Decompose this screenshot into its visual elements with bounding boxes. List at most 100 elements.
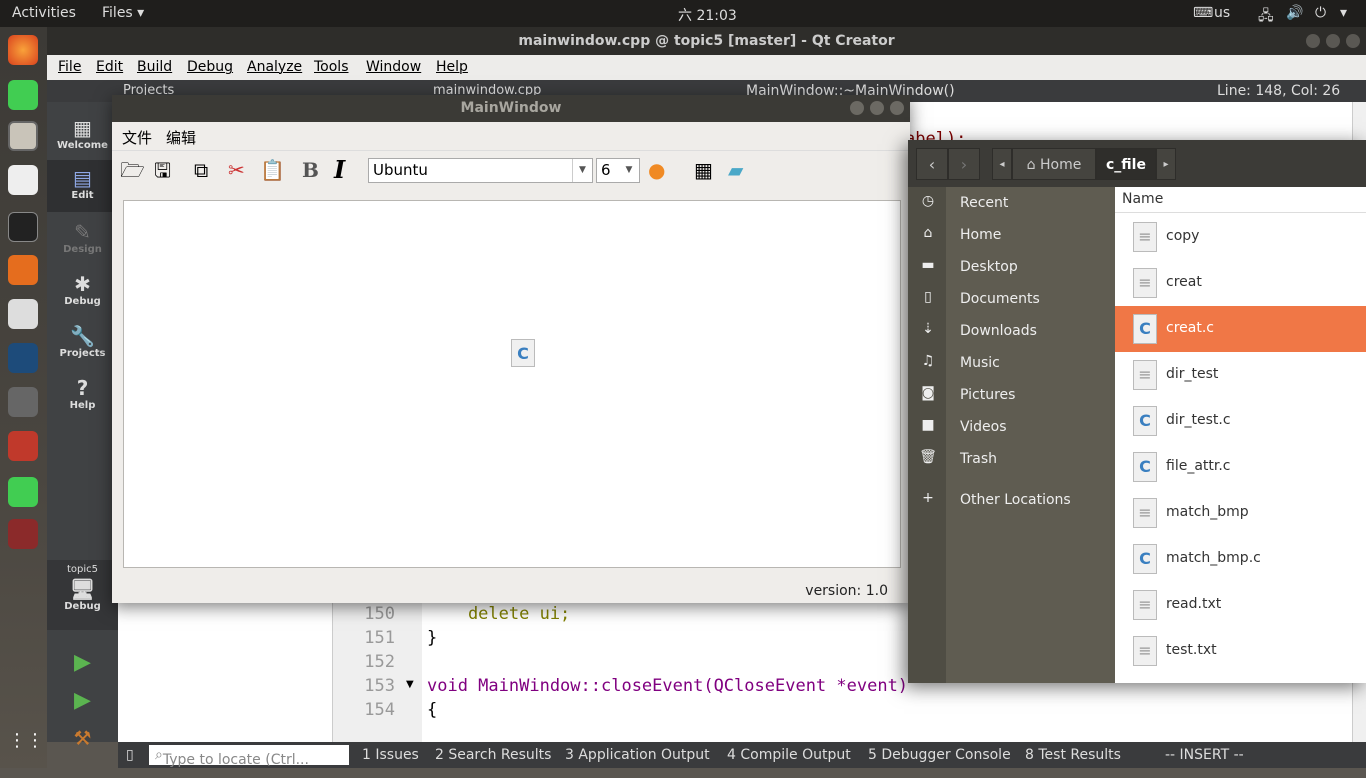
file-item[interactable]: Ccreat.c [1115,306,1366,352]
toggle-sidebar-icon[interactable]: ▯ [126,747,134,763]
sidebar-item-videos[interactable]: ■ Videos [908,411,1115,443]
sidebar-item-trash[interactable]: 🗑 Trash [908,443,1115,475]
font-size-combo[interactable]: 6 ▼ [596,158,640,183]
tab-search-results[interactable]: 2 Search Results [435,747,551,763]
calculator-icon[interactable] [8,255,38,285]
bold-icon[interactable]: B [302,159,319,181]
menu-file[interactable]: 文件 [122,127,152,148]
image-icon[interactable]: ▰ [728,159,743,181]
table-icon[interactable]: ▦ [694,159,713,181]
video-icon: ■ [921,417,935,433]
mode-edit[interactable]: ▤ Edit [47,160,118,212]
path-scroll-left[interactable]: ◂ [992,148,1012,180]
color-palette-icon[interactable]: ● [648,159,665,181]
minimize-button[interactable] [1306,34,1320,48]
text-edit-area[interactable]: C [123,200,901,568]
mode-design[interactable]: ✎ Design [47,214,118,266]
maximize-button[interactable] [1326,34,1340,48]
back-button[interactable]: ‹ [916,148,948,180]
mode-debug[interactable]: ✱ Debug [47,266,118,318]
cut-icon[interactable]: ✂ [228,159,245,181]
sidebar-item-recent[interactable]: ◷ Recent [908,187,1115,219]
menu-build[interactable]: Build [137,59,172,75]
build-hammer-icon[interactable]: ⚒ [47,726,118,778]
file-item[interactable]: ≡ copy [1115,214,1366,260]
mode-welcome[interactable]: ▦ Welcome [47,110,118,162]
sidebar-item-other-locations[interactable]: + Other Locations [908,484,1115,516]
minimize-button[interactable] [850,101,864,115]
close-button[interactable] [1346,34,1360,48]
menu-help[interactable]: Help [436,59,468,75]
forward-button[interactable]: › [948,148,980,180]
maximize-button[interactable] [870,101,884,115]
terminal-icon[interactable] [8,212,38,242]
locator-input[interactable]: ⌕ Type to locate (Ctrl... [149,745,349,768]
tab-application-output[interactable]: 3 Application Output [565,747,710,763]
close-button[interactable] [890,101,904,115]
app-icon[interactable] [8,343,38,373]
network-icon[interactable]: 🖧 [1258,5,1274,29]
file-item[interactable]: Cfile_attr.c [1115,444,1366,490]
app-icon[interactable] [8,431,38,461]
copy-icon[interactable]: ⧉ [194,159,208,181]
menu-analyze[interactable]: Analyze [247,59,302,75]
menu-file[interactable]: File [58,59,81,75]
activities-button[interactable]: Activities [12,5,76,21]
kit-selector[interactable]: topic5 🖥 Debug [47,560,118,630]
menu-bar: File Edit Build Debug Analyze Tools Wind… [47,55,1366,80]
file-item[interactable]: ≡ read.txt [1115,582,1366,628]
bug-icon: ✱ [74,272,91,296]
sidebar-item-downloads[interactable]: ⇣ Downloads [908,315,1115,347]
font-family-combo[interactable]: Ubuntu ▼ [368,158,593,183]
breadcrumb-home[interactable]: ⌂ Home [1012,148,1096,180]
tab-issues[interactable]: 1 Issues [362,747,419,763]
show-apps-icon[interactable]: ⋮⋮ [8,730,44,760]
files-icon[interactable] [8,121,38,151]
menu-debug[interactable]: Debug [187,59,233,75]
menu-edit[interactable]: 编辑 [166,127,196,148]
menu-edit[interactable]: Edit [96,59,123,75]
file-item[interactable]: ≡ dir_test [1115,352,1366,398]
open-icon[interactable]: 🗁 [120,159,145,181]
firefox-icon[interactable] [8,35,38,65]
fold-arrow-icon[interactable]: ▼ [406,679,414,690]
file-item[interactable]: Cdir_test.c [1115,398,1366,444]
tab-compile-output[interactable]: 4 Compile Output [727,747,851,763]
app-icon[interactable] [8,519,38,549]
menu-window[interactable]: Window [366,59,421,75]
clock[interactable]: 六 21:03 [678,5,737,25]
sidebar-item-documents[interactable]: ▯ Documents [908,283,1115,315]
column-header-name[interactable]: Name [1115,187,1366,213]
app-icon[interactable] [8,387,38,417]
sidebar-item-music[interactable]: ♫ Music [908,347,1115,379]
volume-icon[interactable]: 🔊 [1286,5,1303,21]
path-scroll-right[interactable]: ▸ [1156,148,1176,180]
save-icon[interactable]: 🖫 [154,159,171,181]
mode-projects[interactable]: 🔧 Projects [47,318,118,370]
tab-debugger-console[interactable]: 5 Debugger Console [868,747,1011,763]
system-menu-chevron-icon[interactable]: ▾ [1340,5,1347,21]
mainwindow-titlebar[interactable]: MainWindow [112,95,910,122]
cursor-position[interactable]: Line: 148, Col: 26 [1217,83,1340,99]
file-item[interactable]: ≡ creat [1115,260,1366,306]
keyboard-layout[interactable]: us [1214,5,1230,21]
keyboard-icon[interactable]: ⌨ [1193,5,1213,21]
breadcrumb-c-file[interactable]: c_file [1096,148,1156,180]
qt-creator-icon[interactable] [8,80,38,110]
sidebar-item-desktop[interactable]: ▬ Desktop [908,251,1115,283]
menu-tools[interactable]: Tools [314,59,349,75]
italic-icon[interactable]: I [334,158,345,182]
qt-designer-icon[interactable] [8,477,38,507]
files-app-menu[interactable]: Files ▾ [102,5,144,21]
sidebar-item-home[interactable]: ⌂ Home [908,219,1115,251]
app-icon[interactable] [8,299,38,329]
rhythmbox-icon[interactable] [8,165,38,195]
file-item[interactable]: ≡ test.txt [1115,628,1366,674]
sidebar-item-pictures[interactable]: ◙ Pictures [908,379,1115,411]
paste-icon[interactable]: 📋 [260,159,285,181]
file-item[interactable]: ≡ match_bmp [1115,490,1366,536]
power-icon[interactable]: ⏻ [1315,5,1326,21]
mode-help[interactable]: ? Help [47,370,118,422]
tab-test-results[interactable]: 8 Test Results [1025,747,1121,763]
file-item[interactable]: Cmatch_bmp.c [1115,536,1366,582]
